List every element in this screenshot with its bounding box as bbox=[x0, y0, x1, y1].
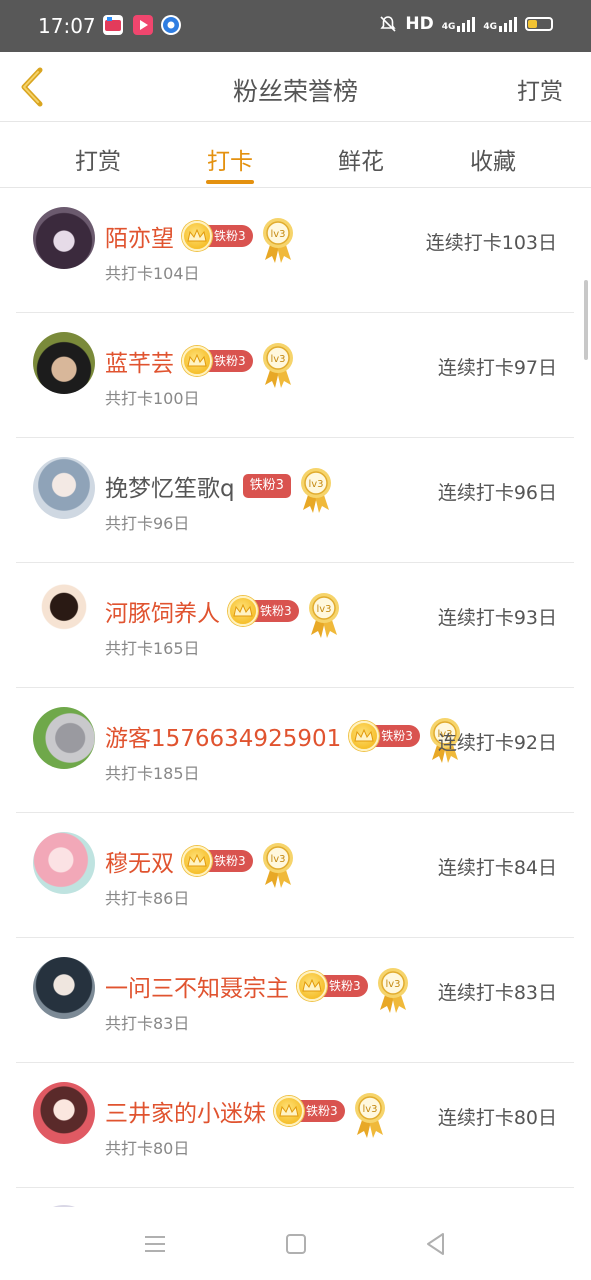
list-item[interactable]: 一问三不知聂宗主 铁粉3 lv3 共打卡83日 连续打卡83日 bbox=[16, 938, 574, 1063]
mute-bell-icon bbox=[380, 16, 396, 32]
list-item[interactable]: 挽梦忆笙歌q 铁粉3 lv3 共打卡96日 连续打卡96日 bbox=[16, 438, 574, 563]
lv3-medal-icon: lv3 bbox=[353, 1091, 387, 1139]
crown-icon bbox=[182, 346, 212, 376]
list-item[interactable]: 三井家的小迷妹 铁粉3 lv3 共打卡80日 连续打卡80日 bbox=[16, 1063, 574, 1188]
tab-bar: 打赏 打卡 鲜花 收藏 bbox=[0, 123, 591, 188]
total-checkin: 共打卡83日 bbox=[105, 1014, 190, 1033]
home-square-icon[interactable] bbox=[281, 1229, 311, 1259]
avatar[interactable] bbox=[33, 832, 95, 894]
back-triangle-icon[interactable] bbox=[421, 1229, 451, 1259]
list-item[interactable]: 河豚饲养人 铁粉3 lv3 共打卡165日 连续打卡93日 bbox=[16, 563, 574, 688]
avatar[interactable] bbox=[33, 707, 95, 769]
video-app-icon bbox=[103, 15, 123, 35]
svg-text:lv3: lv3 bbox=[270, 354, 285, 365]
fan-level-badge: 铁粉3 bbox=[228, 596, 299, 626]
fan-list: 陌亦望 铁粉3 lv3 共打卡104日 连续打卡103日 蓝芊芸 铁粉3 lv3… bbox=[0, 189, 591, 1207]
list-item[interactable]: 陌亦望 铁粉3 lv3 共打卡104日 连续打卡103日 bbox=[16, 189, 574, 313]
fan-name[interactable]: 蓝芊芸 bbox=[105, 344, 174, 378]
total-checkin: 共打卡96日 bbox=[105, 514, 190, 533]
streak-checkin: 连续打卡103日 bbox=[425, 232, 557, 254]
list-item[interactable]: 穆无双 铁粉3 lv3 共打卡86日 连续打卡84日 bbox=[16, 813, 574, 938]
tab-collect[interactable]: 收藏 bbox=[453, 142, 533, 176]
total-checkin: 共打卡80日 bbox=[105, 1139, 190, 1158]
streak-checkin: 连续打卡83日 bbox=[437, 982, 557, 1004]
crown-icon bbox=[182, 846, 212, 876]
streak-checkin: 连续打卡96日 bbox=[437, 482, 557, 504]
navigation-bar bbox=[0, 1207, 591, 1280]
lv3-medal-icon: lv3 bbox=[261, 841, 295, 889]
signal-4g-icon: 4G bbox=[483, 16, 517, 32]
tab-active-indicator bbox=[206, 180, 254, 184]
menu-icon[interactable] bbox=[140, 1229, 170, 1259]
tab-checkin[interactable]: 打卡 bbox=[190, 142, 270, 176]
list-item[interactable]: 游客1576634925901 铁粉3 lv3 共打卡185日 连续打卡92日 bbox=[16, 688, 574, 813]
tab-flowers[interactable]: 鲜花 bbox=[321, 142, 401, 176]
scrollbar[interactable] bbox=[584, 280, 588, 360]
reward-button[interactable]: 打赏 bbox=[517, 72, 563, 106]
avatar[interactable] bbox=[33, 457, 95, 519]
total-checkin: 共打卡86日 bbox=[105, 889, 190, 908]
lv3-medal-icon: lv3 bbox=[261, 341, 295, 389]
total-checkin: 共打卡165日 bbox=[105, 639, 200, 658]
crown-icon bbox=[228, 596, 258, 626]
fan-name[interactable]: 一问三不知聂宗主 bbox=[105, 969, 289, 1003]
browser-app-icon bbox=[161, 15, 181, 35]
fan-level-badge: 铁粉3 bbox=[297, 971, 368, 1001]
svg-text:lv3: lv3 bbox=[385, 979, 400, 990]
fan-level-badge: 铁粉3 bbox=[182, 346, 253, 376]
svg-text:lv3: lv3 bbox=[316, 604, 331, 615]
fan-name[interactable]: 陌亦望 bbox=[105, 219, 174, 253]
streak-checkin: 连续打卡80日 bbox=[437, 1107, 557, 1129]
fan-level-badge: 铁粉3 bbox=[182, 221, 253, 251]
streak-checkin: 连续打卡97日 bbox=[437, 357, 557, 379]
crown-icon bbox=[182, 221, 212, 251]
lv3-medal-icon: lv3 bbox=[299, 466, 333, 514]
avatar[interactable] bbox=[33, 207, 95, 269]
total-checkin: 共打卡100日 bbox=[105, 389, 200, 408]
svg-text:lv3: lv3 bbox=[270, 854, 285, 865]
fan-name[interactable]: 三井家的小迷妹 bbox=[105, 1094, 266, 1128]
fan-level-badge: 铁粉3 bbox=[274, 1096, 345, 1126]
lv3-medal-icon: lv3 bbox=[376, 966, 410, 1014]
battery-icon bbox=[525, 17, 553, 31]
streak-checkin: 连续打卡84日 bbox=[437, 857, 557, 879]
page-title: 粉丝荣誉榜 bbox=[232, 77, 358, 106]
signal-4g-icon: 4G bbox=[442, 16, 476, 32]
list-item[interactable]: 蓝芊芸 铁粉3 lv3 共打卡100日 连续打卡97日 bbox=[16, 313, 574, 438]
status-icons: HD 4G 4G bbox=[379, 14, 553, 34]
total-checkin: 共打卡104日 bbox=[105, 264, 200, 283]
svg-text:lv3: lv3 bbox=[270, 229, 285, 240]
lv3-medal-icon: lv3 bbox=[307, 591, 341, 639]
crown-icon bbox=[297, 971, 327, 1001]
network-label: HD bbox=[405, 14, 434, 34]
fan-name[interactable]: 挽梦忆笙歌q bbox=[105, 469, 235, 503]
fan-level-badge: 铁粉3 bbox=[349, 721, 420, 751]
play-app-icon bbox=[133, 15, 153, 35]
avatar[interactable] bbox=[33, 582, 95, 644]
avatar[interactable] bbox=[33, 332, 95, 394]
status-bar: 17:07 HD 4G 4G bbox=[0, 0, 591, 52]
fan-level-badge: 铁粉3 bbox=[182, 846, 253, 876]
fan-name[interactable]: 游客1576634925901 bbox=[105, 719, 341, 753]
lv3-medal-icon: lv3 bbox=[261, 216, 295, 264]
status-time: 17:07 bbox=[38, 14, 96, 38]
avatar[interactable] bbox=[33, 957, 95, 1019]
avatar[interactable] bbox=[33, 1082, 95, 1144]
streak-checkin: 连续打卡92日 bbox=[437, 732, 557, 754]
svg-text:lv3: lv3 bbox=[362, 1104, 377, 1115]
streak-checkin: 连续打卡93日 bbox=[437, 607, 557, 629]
fan-name[interactable]: 河豚饲养人 bbox=[105, 594, 220, 628]
svg-text:lv3: lv3 bbox=[308, 479, 323, 490]
fan-level-badge: 铁粉3 bbox=[242, 473, 291, 499]
total-checkin: 共打卡185日 bbox=[105, 764, 200, 783]
fan-name[interactable]: 穆无双 bbox=[105, 844, 174, 878]
header: 粉丝荣誉榜 打赏 bbox=[0, 52, 591, 122]
crown-icon bbox=[274, 1096, 304, 1126]
tab-reward[interactable]: 打赏 bbox=[58, 142, 138, 176]
fan-badge-label: 铁粉3 bbox=[242, 474, 291, 498]
